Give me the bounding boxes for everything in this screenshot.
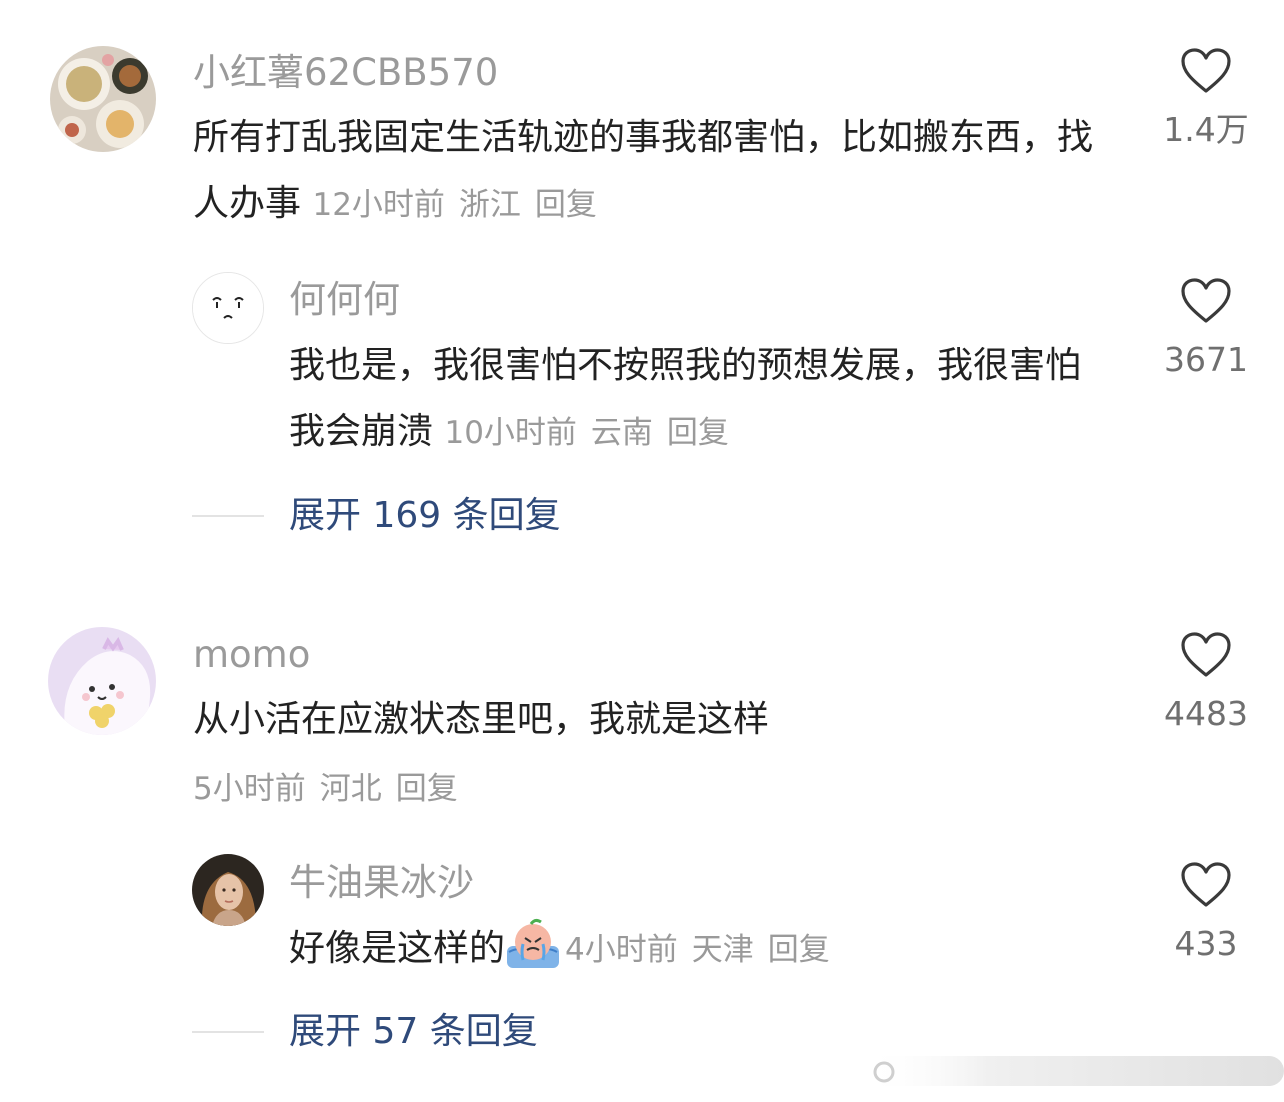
reply-username[interactable]: 何何何 (289, 277, 400, 323)
like-count: 4483 (1164, 694, 1248, 733)
heart-icon (1181, 632, 1231, 677)
reply-avatar[interactable] (192, 854, 264, 926)
like-button[interactable]: 4483 (1146, 632, 1266, 736)
reply-button[interactable]: 回复 (396, 771, 458, 807)
comment-text: 所有打乱我固定生活轨迹的事我都害怕，比如搬东西，找人办事 12小时前 浙江 回复 (193, 105, 1123, 238)
comment-body: 从小活在应激状态里吧，我就是这样 (193, 699, 770, 740)
comment-time: 12小时前 (312, 187, 445, 223)
heart-icon (1181, 862, 1231, 907)
user-avatar[interactable] (48, 627, 156, 735)
reply-time: 4小时前 (565, 932, 678, 968)
watermark-logo (864, 1056, 1284, 1086)
like-count: 3671 (1164, 340, 1248, 379)
comment-location: 河北 (319, 771, 382, 807)
comment-text: 从小活在应激状态里吧，我就是这样 (193, 687, 1123, 753)
reply-location: 云南 (590, 415, 653, 451)
heart-icon (1181, 48, 1231, 93)
like-count: 433 (1174, 924, 1238, 963)
cartoon-monster-avatar-icon (48, 627, 156, 735)
expand-replies-link[interactable]: 展开 169 条回复 (289, 494, 561, 538)
crying-peach-emoji-icon (507, 918, 560, 968)
heart-icon (1181, 278, 1231, 323)
reply-meta: 4小时前 天津 回复 (565, 932, 844, 968)
like-button[interactable]: 3671 (1146, 278, 1266, 382)
food-plate-avatar-icon (50, 46, 156, 152)
like-count: 1.4万 (1163, 110, 1249, 149)
portrait-photo-avatar-icon (192, 854, 264, 926)
user-avatar[interactable] (50, 46, 156, 152)
comment-username[interactable]: 小红薯62CBB570 (193, 50, 498, 96)
reply-location: 天津 (691, 932, 754, 968)
like-button[interactable]: 433 (1146, 862, 1266, 966)
reply-body: 好像是这样的 (289, 928, 506, 969)
comment-username[interactable]: momo (193, 632, 310, 678)
reply-time: 10小时前 (444, 415, 577, 451)
comment-meta: 12小时前 浙江 回复 (312, 187, 610, 223)
reply-button[interactable]: 回复 (768, 932, 830, 968)
expand-replies-link[interactable]: 展开 57 条回复 (289, 1010, 538, 1054)
reply-avatar[interactable] (192, 272, 264, 344)
divider (192, 515, 264, 517)
like-button[interactable]: 1.4万 (1146, 48, 1266, 152)
divider (192, 1031, 264, 1033)
comment-time: 5小时前 (193, 771, 306, 807)
sad-face-avatar-icon (193, 273, 263, 343)
reply-button[interactable]: 回复 (535, 187, 597, 223)
reply-button[interactable]: 回复 (667, 415, 729, 451)
reply-text: 好像是这样的 4小时前 天津 回复 (289, 916, 1109, 983)
reply-text: 我也是，我很害怕不按照我的预想发展，我很害怕我会崩溃 10小时前 云南 回复 (289, 333, 1109, 466)
reply-username[interactable]: 牛油果冰沙 (289, 860, 474, 906)
reply-meta: 10小时前 云南 回复 (444, 415, 742, 451)
comment-meta: 5小时前 河北 回复 (193, 766, 472, 812)
comment-location: 浙江 (458, 187, 521, 223)
